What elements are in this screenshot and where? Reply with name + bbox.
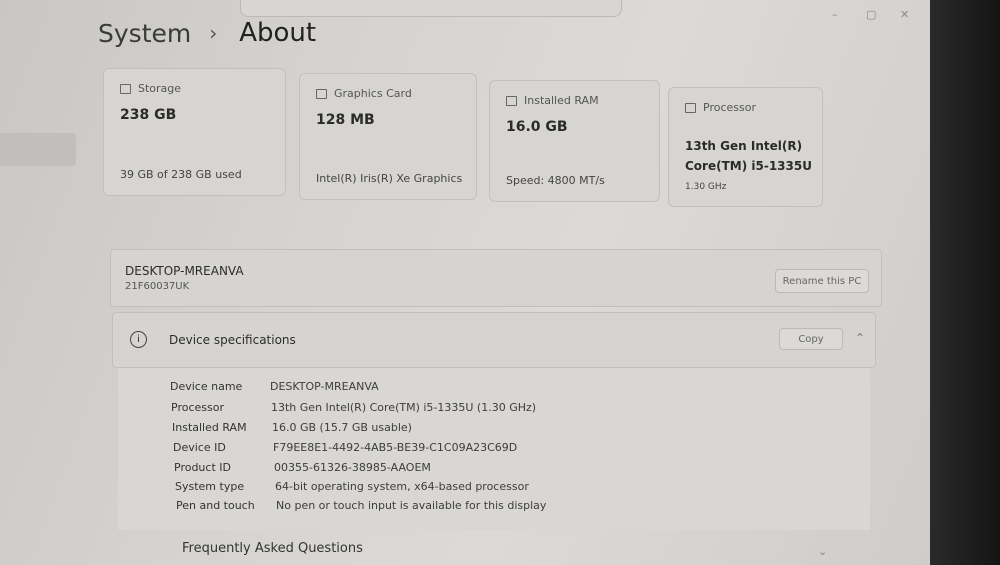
graphics-card-label-row: Graphics Card: [316, 87, 412, 100]
spec-row: Installed RAM 16.0 GB (15.7 GB usable): [172, 421, 412, 434]
rename-pc-button[interactable]: Rename this PC: [775, 269, 869, 293]
sidebar-item-selected[interactable]: [0, 133, 76, 166]
info-icon: i: [130, 331, 147, 348]
spec-row: Pen and touch No pen or touch input is a…: [176, 499, 546, 512]
page-title: About: [239, 18, 317, 48]
storage-usage: 39 GB of 238 GB used: [120, 168, 242, 181]
device-name: DESKTOP-MREANVA: [125, 264, 244, 278]
storage-value: 238 GB: [120, 107, 177, 123]
graphics-card-label: Graphics Card: [334, 87, 412, 100]
spec-key: Pen and touch: [176, 499, 255, 512]
spec-value[interactable]: 00355-61326-38985-AAOEM: [274, 461, 431, 474]
spec-key: Installed RAM: [172, 421, 247, 434]
breadcrumb: System › About: [98, 18, 316, 48]
processor-value: 13th Gen Intel(R) Core(TM) i5-1335U: [685, 136, 812, 176]
spec-key: Processor: [171, 401, 224, 414]
storage-label: Storage: [138, 82, 182, 95]
device-specs-title: Device specifications: [169, 332, 296, 347]
spec-value[interactable]: 16.0 GB (15.7 GB usable): [272, 421, 412, 434]
processor-value-line1: 13th Gen Intel(R): [685, 139, 803, 153]
spec-row: Processor 13th Gen Intel(R) Core(TM) i5-…: [171, 401, 536, 414]
spec-row: System type 64-bit operating system, x64…: [175, 480, 529, 493]
monitor-bezel: [930, 0, 1000, 565]
search-bar[interactable]: [240, 0, 622, 17]
spec-value[interactable]: DESKTOP-MREANVA: [270, 380, 379, 393]
storage-card[interactable]: Storage 238 GB 39 GB of 238 GB used: [103, 68, 286, 196]
processor-value-line2: Core(TM) i5-1335U: [685, 159, 812, 173]
processor-label: Processor: [703, 101, 756, 114]
spec-value[interactable]: F79EE8E1-4492-4AB5-BE39-C1C09A23C69D: [273, 441, 517, 454]
device-specs-title-row: i Device specifications: [130, 331, 296, 348]
graphics-card-value: 128 MB: [316, 112, 375, 128]
storage-icon: [120, 83, 131, 94]
close-button[interactable]: ✕: [900, 8, 909, 21]
breadcrumb-parent[interactable]: System: [98, 19, 191, 48]
ram-icon: [506, 95, 517, 106]
minimize-button[interactable]: –: [832, 8, 838, 21]
device-name-panel: DESKTOP-MREANVA 21F60037UK Rename this P…: [110, 249, 882, 307]
spec-value[interactable]: No pen or touch input is available for t…: [276, 499, 546, 512]
chevron-down-icon[interactable]: ⌄: [818, 545, 827, 558]
ram-value: 16.0 GB: [506, 119, 568, 135]
graphics-card[interactable]: Graphics Card 128 MB Intel(R) Iris(R) Xe…: [299, 73, 477, 200]
spec-key: System type: [175, 480, 245, 493]
spec-key: Device ID: [173, 441, 226, 454]
processor-card-label-row: Processor: [685, 101, 756, 114]
device-id-label: 21F60037UK: [125, 281, 190, 292]
ram-card[interactable]: Installed RAM 16.0 GB Speed: 4800 MT/s: [489, 80, 660, 202]
maximize-button[interactable]: ▢: [866, 8, 876, 21]
chevron-right-icon: ›: [209, 21, 218, 45]
processor-icon: [685, 102, 696, 113]
ram-label: Installed RAM: [524, 94, 599, 107]
processor-card[interactable]: Processor 13th Gen Intel(R) Core(TM) i5-…: [668, 87, 823, 207]
chevron-up-icon[interactable]: ⌃: [855, 331, 865, 345]
spec-row: Product ID 00355-61326-38985-AAOEM: [174, 461, 431, 474]
storage-card-label-row: Storage: [120, 82, 181, 95]
processor-speed: 1.30 GHz: [685, 182, 727, 192]
graphics-card-icon: [316, 88, 327, 99]
spec-row: Device name DESKTOP-MREANVA: [170, 380, 379, 393]
spec-key: Product ID: [174, 461, 231, 474]
spec-value[interactable]: 13th Gen Intel(R) Core(TM) i5-1335U (1.3…: [271, 401, 536, 414]
faq-heading[interactable]: Frequently Asked Questions: [182, 541, 363, 556]
settings-window: – ▢ ✕ System › About Storage 238 GB 39 G…: [0, 0, 930, 565]
ram-speed: Speed: 4800 MT/s: [506, 174, 605, 187]
spec-value[interactable]: 64-bit operating system, x64-based proce…: [275, 480, 529, 493]
spec-row: Device ID F79EE8E1-4492-4AB5-BE39-C1C09A…: [173, 441, 517, 454]
copy-button[interactable]: Copy: [779, 328, 843, 350]
spec-key: Device name: [170, 380, 243, 393]
graphics-card-model: Intel(R) Iris(R) Xe Graphics: [316, 172, 463, 185]
ram-card-label-row: Installed RAM: [506, 94, 599, 107]
